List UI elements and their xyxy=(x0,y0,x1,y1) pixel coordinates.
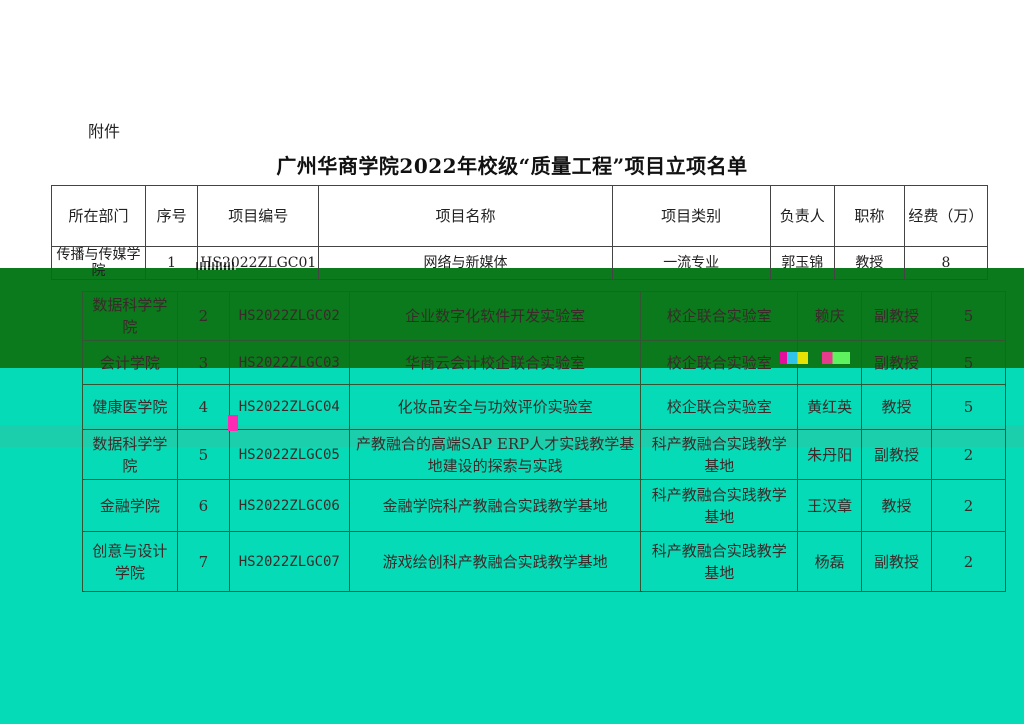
table-row: 创意与设计学院 7 HS2022ZLGC07 游戏绘创科产教融合实践教学基地 科… xyxy=(82,531,1006,592)
cell-name: 化妆品安全与功效评价实验室 xyxy=(348,384,642,430)
cell-leader: 黄红英 xyxy=(797,384,863,430)
header-table: 所在部门 序号 项目编号 项目名称 项目类别 负责人 职称 经费（万） 传播与传… xyxy=(50,185,989,280)
cell-funds: 2 xyxy=(931,531,1006,592)
cell-dept: 数据科学学院 xyxy=(82,291,178,341)
cell-category: 科产教融合实践教学基地 xyxy=(640,531,799,592)
cell-code: HS2022ZLGC06 xyxy=(228,479,350,532)
cell-code: HS2022ZLGC02 xyxy=(228,291,350,341)
cell-no: 4 xyxy=(176,384,230,430)
cell-dept: 创意与设计学院 xyxy=(82,531,178,592)
cell-category: 一流专业 xyxy=(611,246,771,280)
table-row: 传播与传媒学院 1 HS2022ZLGC01 网络与新媒体 一流专业 郭玉锦 教… xyxy=(50,246,989,280)
cell-name: 网络与新媒体 xyxy=(318,246,613,280)
cell-title: 教授 xyxy=(861,479,933,532)
header-leader: 负责人 xyxy=(769,185,835,247)
scan-artifact xyxy=(196,262,236,270)
cell-dept: 金融学院 xyxy=(82,479,178,532)
cell-code: HS2022ZLGC07 xyxy=(228,531,350,592)
table-row: 会计学院 3 HS2022ZLGC03 华商云会计校企联合实验室 校企联合实验室… xyxy=(82,340,1006,385)
cell-funds: 5 xyxy=(931,384,1006,430)
header-dept: 所在部门 xyxy=(50,185,147,247)
cell-code: HS2022ZLGC05 xyxy=(228,429,350,480)
cell-leader: 王汉章 xyxy=(797,479,863,532)
cell-funds: 5 xyxy=(931,291,1006,341)
header-code: 项目编号 xyxy=(197,185,320,247)
cell-category: 校企联合实验室 xyxy=(640,291,799,341)
cell-title: 教授 xyxy=(833,246,905,280)
cell-dept: 数据科学学院 xyxy=(82,429,178,480)
cell-title: 副教授 xyxy=(861,531,933,592)
cell-leader: 朱丹阳 xyxy=(797,429,863,480)
header-no: 序号 xyxy=(145,185,199,247)
cell-funds: 5 xyxy=(931,340,1006,385)
header-title: 职称 xyxy=(833,185,905,247)
cell-no: 3 xyxy=(176,340,230,385)
header-funds: 经费（万） xyxy=(903,185,989,247)
cell-funds: 8 xyxy=(903,246,989,280)
cell-leader: 杨磊 xyxy=(797,531,863,592)
cell-name: 企业数字化软件开发实验室 xyxy=(348,291,642,341)
cell-title: 副教授 xyxy=(861,340,933,385)
cell-name: 金融学院科产教融合实践教学基地 xyxy=(348,479,642,532)
scan-artifact xyxy=(780,352,850,364)
cell-dept: 传播与传媒学院 xyxy=(50,246,147,280)
cell-category: 校企联合实验室 xyxy=(640,384,799,430)
attachment-label: 附件 xyxy=(88,122,121,141)
table-row: 健康医学院 4 HS2022ZLGC04 化妆品安全与功效评价实验室 校企联合实… xyxy=(82,384,1006,430)
cell-funds: 2 xyxy=(931,479,1006,532)
cell-no: 1 xyxy=(145,246,199,280)
document-title: 广州华商学院2022年校级“质量工程”项目立项名单 xyxy=(276,154,748,178)
cell-dept: 健康医学院 xyxy=(82,384,178,430)
cell-category: 校企联合实验室 xyxy=(640,340,799,385)
cell-funds: 2 xyxy=(931,429,1006,480)
header-category: 项目类别 xyxy=(611,185,771,247)
cell-code: HS2022ZLGC04 xyxy=(228,384,350,430)
cell-category: 科产教融合实践教学基地 xyxy=(640,479,799,532)
scan-artifact xyxy=(228,415,238,431)
cell-title: 副教授 xyxy=(861,291,933,341)
cell-no: 5 xyxy=(176,429,230,480)
table-row: 数据科学学院 5 HS2022ZLGC05 产教融合的高端SAP ERP人才实践… xyxy=(82,429,1006,480)
cell-no: 6 xyxy=(176,479,230,532)
cell-category: 科产教融合实践教学基地 xyxy=(640,429,799,480)
cell-name: 华商云会计校企联合实验室 xyxy=(348,340,642,385)
cell-name: 游戏绘创科产教融合实践教学基地 xyxy=(348,531,642,592)
cell-no: 7 xyxy=(176,531,230,592)
cell-no: 2 xyxy=(176,291,230,341)
cell-title: 教授 xyxy=(861,384,933,430)
table-row: 金融学院 6 HS2022ZLGC06 金融学院科产教融合实践教学基地 科产教融… xyxy=(82,479,1006,532)
header-name: 项目名称 xyxy=(318,185,613,247)
cell-leader: 赖庆 xyxy=(797,291,863,341)
table-row: 数据科学学院 2 HS2022ZLGC02 企业数字化软件开发实验室 校企联合实… xyxy=(82,291,1006,341)
cell-dept: 会计学院 xyxy=(82,340,178,385)
cell-name: 产教融合的高端SAP ERP人才实践教学基地建设的探索与实践 xyxy=(348,429,642,480)
project-table: 数据科学学院 2 HS2022ZLGC02 企业数字化软件开发实验室 校企联合实… xyxy=(82,291,1006,592)
cell-leader: 郭玉锦 xyxy=(769,246,835,280)
cell-code: HS2022ZLGC03 xyxy=(228,340,350,385)
cell-title: 副教授 xyxy=(861,429,933,480)
